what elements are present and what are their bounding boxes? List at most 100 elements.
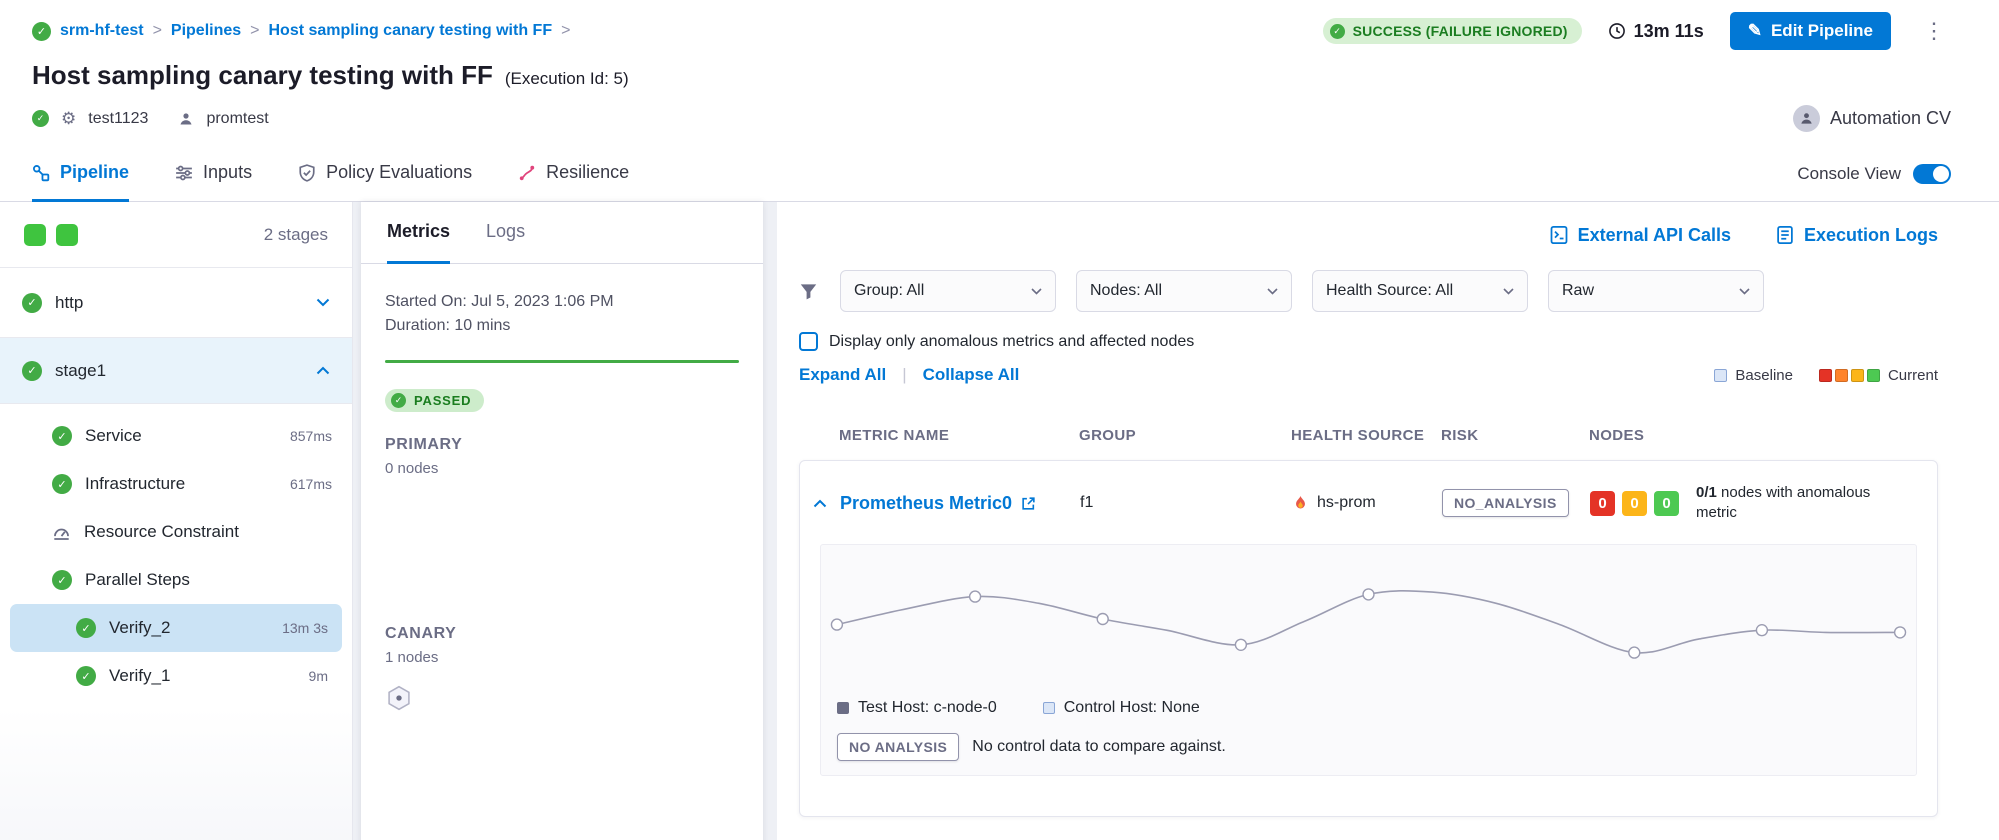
control-host-swatch-icon [1043,702,1055,714]
chevron-down-icon [1503,288,1514,295]
tab-metrics[interactable]: Metrics [387,202,450,264]
service-name: test1123 [88,110,148,128]
step-details-panel: Metrics Logs Started On: Jul 5, 2023 1:0… [361,202,763,840]
success-check-icon: ✓ [391,393,406,408]
node-count-badge-green: 0 [1654,491,1679,516]
inputs-icon [175,164,193,182]
step-duration: 9m [309,668,328,684]
avatar-person-icon [1799,111,1814,126]
content-area: 2 stages ✓ http ✓ stage1 ✓ Service 857ms [0,202,1999,840]
node-count-badge-yellow: 0 [1622,491,1647,516]
user-icon [178,111,194,127]
sidebar-step-resource-constraint[interactable]: Resource Constraint [0,508,352,556]
breadcrumb-pipeline-link[interactable]: Host sampling canary testing with FF [269,22,553,40]
step-duration: 857ms [290,428,332,444]
sidebar-step-parallel-steps[interactable]: ✓ Parallel Steps [0,556,352,604]
execution-logs-link[interactable]: Execution Logs [1775,225,1938,246]
baseline-swatch-icon [1714,369,1727,382]
metric-chart-container: Test Host: c-node-0 Control Host: None N… [820,544,1917,776]
node-count-badge-red: 0 [1590,491,1615,516]
main-tabbar: Pipeline Inputs Policy Evaluations Resil… [0,146,1999,202]
execution-status-badge: ✓ SUCCESS (FAILURE IGNORED) [1323,18,1582,44]
chevron-down-icon [1267,288,1278,295]
column-header-metric-name: METRIC NAME [839,427,1079,444]
metric-chart [821,545,1916,695]
legend-baseline: Baseline [1714,367,1793,384]
view-mode-dropdown[interactable]: Raw [1548,270,1764,312]
collapse-all-link[interactable]: Collapse All [923,365,1020,385]
health-source-name: hs-prom [1317,494,1376,512]
edit-pipeline-button[interactable]: ✎ Edit Pipeline [1730,12,1891,50]
legend-current: Current [1819,367,1938,384]
no-analysis-badge: NO ANALYSIS [837,733,959,761]
external-link-icon[interactable] [1021,496,1036,511]
environment-name: promtest [206,110,268,128]
chevron-down-icon [316,298,330,307]
sidebar-stage-http[interactable]: ✓ http [0,268,352,338]
filter-icon [799,282,818,301]
breadcrumb: ✓ srm-hf-test > Pipelines > Host samplin… [32,22,570,41]
sidebar-step-infrastructure[interactable]: ✓ Infrastructure 617ms [0,460,352,508]
primary-label: PRIMARY [385,436,739,454]
page-header: ✓ srm-hf-test > Pipelines > Host samplin… [0,0,1999,146]
more-options-button[interactable]: ⋮ [1917,18,1951,44]
breadcrumb-pipelines-link[interactable]: Pipelines [171,22,241,40]
canary-node-hexagon[interactable] [385,684,413,712]
breadcrumb-separator: > [250,22,259,40]
success-check-icon: ✓ [1330,24,1345,39]
control-host-legend: Control Host: None [1043,699,1200,717]
test-host-legend: Test Host: c-node-0 [837,699,997,717]
collapse-metric-button[interactable] [800,499,840,508]
tab-policy-evaluations[interactable]: Policy Evaluations [298,146,472,202]
console-view-label: Console View [1797,164,1901,184]
column-header-nodes: NODES [1589,427,1938,444]
sidebar-stage-stage1[interactable]: ✓ stage1 [0,338,352,404]
breadcrumb-project-link[interactable]: srm-hf-test [60,22,144,40]
anomalous-only-checkbox[interactable] [799,332,818,351]
step-duration: 617ms [290,476,332,492]
success-check-icon: ✓ [52,426,72,446]
gear-icon: ⚙ [61,109,76,129]
passed-badge: ✓ PASSED [385,389,484,412]
tab-inputs[interactable]: Inputs [175,146,252,202]
group-filter-dropdown[interactable]: Group: All [840,270,1056,312]
console-view-toggle[interactable] [1913,164,1951,184]
execution-sidebar: 2 stages ✓ http ✓ stage1 ✓ Service 857ms [0,202,353,840]
sidebar-step-verify-1[interactable]: ✓ Verify_1 9m [10,652,342,700]
metric-group: f1 [1080,494,1292,512]
column-header-health-source: HEALTH SOURCE [1291,427,1441,444]
no-analysis-message: No control data to compare against. [972,738,1225,756]
metric-name-link[interactable]: Prometheus Metric0 [840,493,1012,514]
tab-pipeline[interactable]: Pipeline [32,146,129,202]
test-host-swatch-icon [837,702,849,714]
stage-square-icon [24,224,46,246]
tab-resilience[interactable]: Resilience [518,146,629,202]
tab-logs[interactable]: Logs [486,202,525,264]
metrics-table-header: METRIC NAME GROUP HEALTH SOURCE RISK NOD… [799,427,1938,460]
primary-node-count: 0 nodes [385,460,739,477]
success-check-icon: ✓ [22,361,42,381]
service-status-icon: ✓ [32,110,49,127]
success-check-icon: ✓ [22,293,42,313]
metric-row: Prometheus Metric0 f1 hs-prom NO_ANALYSI… [800,479,1937,538]
expand-all-link[interactable]: Expand All [799,365,886,385]
breadcrumb-separator: > [153,22,162,40]
sidebar-step-verify-2[interactable]: ✓ Verify_2 13m 3s [10,604,342,652]
health-source-filter-dropdown[interactable]: Health Source: All [1312,270,1528,312]
chevron-up-icon [813,499,827,508]
resource-constraint-icon [52,523,71,542]
execution-id: (Execution Id: 5) [505,69,629,89]
external-api-calls-icon [1549,225,1569,245]
nodes-filter-dropdown[interactable]: Nodes: All [1076,270,1292,312]
external-api-calls-link[interactable]: External API Calls [1549,225,1731,246]
duration-text: Duration: 10 mins [385,314,739,338]
stage-indicator-squares [24,224,78,246]
success-check-icon: ✓ [76,618,96,638]
sidebar-step-service[interactable]: ✓ Service 857ms [0,412,352,460]
page-title: Host sampling canary testing with FF [32,60,493,91]
health-source-icon [1292,495,1309,512]
execution-logs-icon [1775,225,1795,245]
canary-node-count: 1 nodes [385,649,739,666]
current-swatch-icon [1867,369,1880,382]
app-window: ✓ srm-hf-test > Pipelines > Host samplin… [0,0,1999,840]
